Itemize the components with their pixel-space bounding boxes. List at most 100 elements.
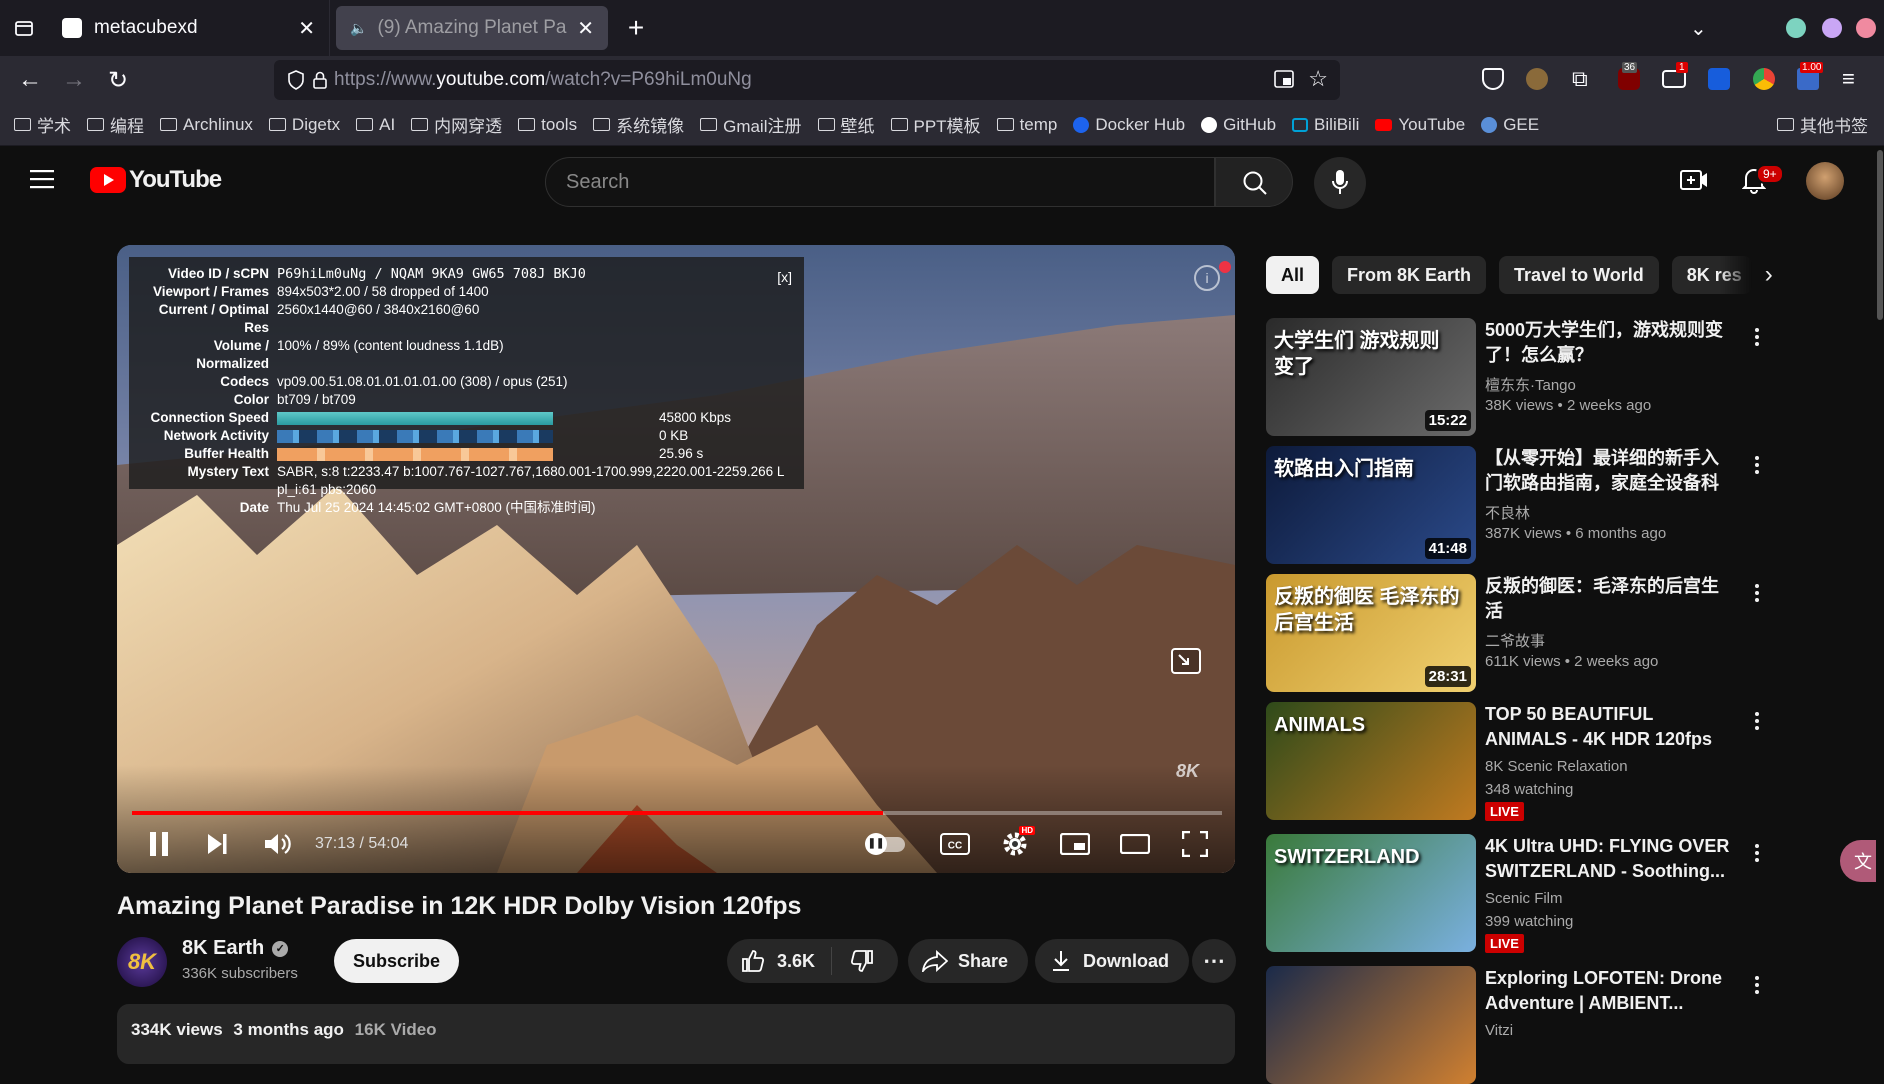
next-button[interactable] xyxy=(197,820,237,868)
new-tab-icon[interactable]: + xyxy=(614,0,658,56)
forward-arrow-icon[interactable]: → xyxy=(52,60,96,100)
bookmark-folder-壁纸[interactable]: 壁纸 xyxy=(817,112,875,137)
chip-8k-res[interactable]: 8K res xyxy=(1671,256,1752,294)
close-icon[interactable]: ✕ xyxy=(298,16,315,41)
guide-menu-icon[interactable] xyxy=(30,168,56,190)
recommended-video-title[interactable]: TOP 50 BEAUTIFUL ANIMALS - 4K HDR 120fps… xyxy=(1485,702,1733,752)
recommended-channel-name[interactable]: 8K Scenic Relaxation xyxy=(1485,758,1628,775)
pocket-icon[interactable] xyxy=(1482,68,1504,90)
search-button[interactable] xyxy=(1215,157,1293,207)
video-info-icon[interactable]: i xyxy=(1194,265,1220,291)
lock-icon[interactable] xyxy=(312,70,328,90)
shield-icon[interactable] xyxy=(286,69,306,91)
recommended-video[interactable]: 软路由入门指南 41:48 【从零开始】最详细的新手入门软路由指南，家庭全设备科学.… xyxy=(1266,446,1759,564)
subscribe-button[interactable]: Subscribe xyxy=(334,939,460,983)
channel-name[interactable]: 8K Earth ✓ xyxy=(182,937,289,960)
miniplayer-button[interactable] xyxy=(1055,820,1095,868)
bookmark-folder-digetx[interactable]: Digetx xyxy=(268,115,340,135)
bitwarden-icon[interactable] xyxy=(1708,68,1730,90)
more-vertical-icon[interactable] xyxy=(1745,970,1769,1000)
recommended-video-title[interactable]: 反叛的御医：毛泽东的后宫生活 xyxy=(1485,574,1733,624)
bookmark-youtube[interactable]: YouTube xyxy=(1375,115,1465,135)
window-maximize-button[interactable] xyxy=(1822,18,1842,38)
theater-mode-button[interactable] xyxy=(1115,820,1155,868)
bookmark-docker-hub[interactable]: Docker Hub xyxy=(1073,115,1185,135)
video-thumbnail[interactable]: ANIMALS xyxy=(1266,702,1476,820)
bookmark-other[interactable]: 其他书签 xyxy=(1777,112,1868,137)
chips-next-chevron-icon[interactable]: › xyxy=(1765,256,1789,294)
url-bar[interactable]: https://www. youtube.com/watch?v=P69hiLm0… xyxy=(274,60,1340,100)
youtube-logo[interactable]: YouTube xyxy=(90,166,222,194)
video-thumbnail[interactable]: 反叛的御医 毛泽东的后宫生活 28:31 xyxy=(1266,574,1476,692)
recommended-channel-name[interactable]: 二爷故事 xyxy=(1485,630,1545,651)
channel-avatar[interactable]: 8K xyxy=(117,937,167,987)
scrollbar-thumb[interactable] xyxy=(1877,150,1883,320)
mute-button[interactable] xyxy=(257,820,297,868)
more-vertical-icon[interactable] xyxy=(1745,706,1769,736)
recommended-channel-name[interactable]: 檀东东·Tango xyxy=(1485,374,1576,395)
page-scrollbar[interactable] xyxy=(1876,146,1884,1044)
recommended-video-title[interactable]: 4K Ultra UHD: FLYING OVER SWITZERLAND - … xyxy=(1485,834,1733,884)
recommended-channel-name[interactable]: Scenic Film xyxy=(1485,890,1563,907)
recommended-video-title[interactable]: 【从零开始】最详细的新手入门软路由指南，家庭全设备科学... xyxy=(1485,446,1733,496)
back-arrow-icon[interactable]: ← xyxy=(8,60,52,100)
share-button[interactable]: Share xyxy=(908,939,1029,983)
reload-icon[interactable]: ↻ xyxy=(96,60,140,100)
autoplay-toggle[interactable]: ❚❚ xyxy=(863,820,909,868)
video-thumbnail[interactable] xyxy=(1266,966,1476,1084)
more-vertical-icon[interactable] xyxy=(1745,450,1769,480)
chip-all[interactable]: All xyxy=(1266,256,1320,294)
tab-overview-icon[interactable] xyxy=(0,0,48,56)
recommended-video[interactable]: ANIMALS TOP 50 BEAUTIFUL ANIMALS - 4K HDR… xyxy=(1266,702,1759,821)
more-vertical-icon[interactable] xyxy=(1745,578,1769,608)
bookmark-folder-编程[interactable]: 编程 xyxy=(87,112,144,137)
video-thumbnail[interactable]: SWITZERLAND xyxy=(1266,834,1476,952)
bookmark-folder-temp[interactable]: temp xyxy=(996,115,1057,135)
recommended-video[interactable]: Exploring LOFOTEN: Drone Adventure | AMB… xyxy=(1266,966,1759,1084)
chrome-extension-icon[interactable] xyxy=(1753,68,1775,90)
recommended-video[interactable]: 反叛的御医 毛泽东的后宫生活 28:31 反叛的御医：毛泽东的后宫生活 二爷故事 611… xyxy=(1266,574,1759,692)
description-box[interactable]: 334K views 3 months ago 16K Video xyxy=(117,1004,1235,1064)
bookmark-folder-系统镜像[interactable]: 系统镜像 xyxy=(593,112,684,137)
dislike-button[interactable] xyxy=(832,949,874,973)
fullscreen-button[interactable] xyxy=(1175,820,1215,868)
bookmark-folder-学术[interactable]: 学术 xyxy=(14,112,71,137)
exit-pip-icon[interactable] xyxy=(1171,648,1201,674)
bookmark-star-icon[interactable]: ☆ xyxy=(1308,66,1328,92)
bookmark-folder-内网穿透[interactable]: 内网穿透 xyxy=(411,112,502,137)
account-avatar[interactable] xyxy=(1806,162,1844,200)
recommended-video-title[interactable]: 5000万大学生们，游戏规则变了！怎么赢？ xyxy=(1485,318,1733,368)
chip-from-8k-earth[interactable]: From 8K Earth xyxy=(1332,256,1487,294)
more-actions-button[interactable]: ⋯ xyxy=(1192,939,1236,983)
bookmark-folder-ai[interactable]: AI xyxy=(356,115,395,135)
create-video-icon[interactable] xyxy=(1680,168,1708,192)
download-button[interactable]: Download xyxy=(1035,939,1189,983)
tab-metacubexd[interactable]: metacubexd ✕ xyxy=(48,0,330,56)
recommended-channel-name[interactable]: Vitzi xyxy=(1485,1022,1513,1039)
close-icon[interactable]: ✕ xyxy=(577,16,594,41)
bookmark-folder-gmail注册[interactable]: Gmail注册 xyxy=(700,112,802,137)
settings-button[interactable]: HD xyxy=(995,820,1035,868)
stats-close-button[interactable]: [x] xyxy=(777,269,792,285)
tab-list-chevron-icon[interactable]: ⌄ xyxy=(1690,16,1707,41)
voice-search-button[interactable] xyxy=(1314,157,1366,209)
chip-travel-to-world[interactable]: Travel to World xyxy=(1499,256,1659,294)
search-input[interactable]: Search xyxy=(545,157,1215,207)
extension-avatar-icon[interactable] xyxy=(1526,68,1548,90)
menu-hamburger-icon[interactable]: ≡ xyxy=(1842,66,1855,92)
bookmark-github[interactable]: GitHub xyxy=(1201,115,1276,135)
video-player[interactable]: i 8K [x] Video ID / sCPNP69hiLm0uNg / NQ… xyxy=(117,245,1235,873)
extensions-puzzle-icon[interactable]: ⧉ xyxy=(1572,66,1588,92)
bookmark-bilibili[interactable]: BiliBili xyxy=(1292,115,1359,135)
recommended-video[interactable]: SWITZERLAND 4K Ultra UHD: FLYING OVER SWI… xyxy=(1266,834,1759,953)
window-close-button[interactable] xyxy=(1856,18,1876,38)
subtitles-button[interactable]: CC xyxy=(935,820,975,868)
recommended-channel-name[interactable]: 不良林 xyxy=(1485,502,1530,523)
bookmark-gee[interactable]: GEE xyxy=(1481,115,1539,135)
recommended-video[interactable]: 大学生们 游戏规则 变了 15:22 5000万大学生们，游戏规则变了！怎么赢？ 檀东… xyxy=(1266,318,1759,436)
picture-in-picture-icon[interactable] xyxy=(1274,70,1294,88)
window-minimize-button[interactable] xyxy=(1786,18,1806,38)
like-button[interactable]: 3.6K xyxy=(727,947,832,975)
bookmark-folder-ppt模板[interactable]: PPT模板 xyxy=(890,112,981,137)
more-vertical-icon[interactable] xyxy=(1745,838,1769,868)
